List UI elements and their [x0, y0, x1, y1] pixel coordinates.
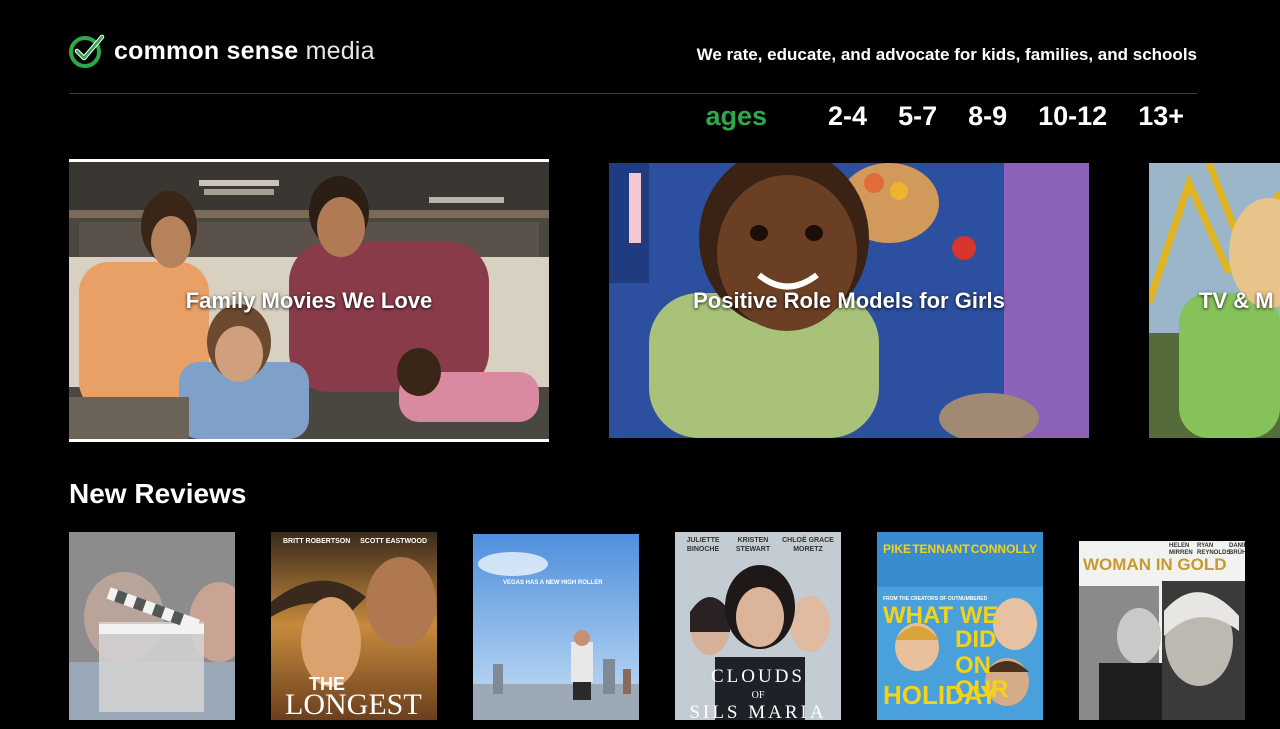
- poster-title: CLOUDS: [710, 666, 805, 687]
- carousel-card-role-models[interactable]: Positive Role Models for Girls: [609, 163, 1089, 438]
- poster-tagline: VEGAS HAS A NEW HIGH ROLLER: [503, 580, 603, 586]
- tagline: We rate, educate, and advocate for kids,…: [696, 45, 1197, 64]
- poster-credits: PIKE TENNANT CONNOLLY: [883, 542, 1037, 556]
- review-poster-woman-in-gold[interactable]: HELEN MIRREN RYAN REYNOLDS DANIEL BRÜHL …: [1079, 541, 1245, 729]
- review-poster-what-we-did-on-our-holiday[interactable]: PIKE TENNANT CONNOLLY FROM THE CREATORS …: [877, 532, 1043, 720]
- age-2-4[interactable]: 2-4: [828, 101, 867, 132]
- age-13-plus[interactable]: 13+: [1138, 101, 1184, 132]
- poster-credit: JULIETTE BINOCHE: [686, 537, 720, 553]
- review-poster-the-longest-ride[interactable]: BRITT ROBERTSON SCOTT EASTWOOD THE LONGE…: [271, 532, 437, 720]
- poster-credit: CONNOLLY: [970, 542, 1037, 556]
- poster-art: [473, 534, 639, 720]
- ages-label: ages: [705, 101, 768, 131]
- poster-credit: PIKE: [883, 542, 912, 556]
- poster-credit: SCOTT EASTWOOD: [360, 538, 427, 545]
- logo-text: common sense media: [114, 37, 375, 66]
- poster-title: HOLIDAY: [883, 680, 998, 710]
- age-10-12[interactable]: 10-12: [1038, 101, 1107, 132]
- poster-title: WOMAN IN GOLD: [1083, 555, 1227, 574]
- logo-text-bold: common sense: [114, 36, 299, 65]
- carousel-card-title: TV & M: [1199, 287, 1274, 313]
- age-8-9[interactable]: 8-9: [968, 101, 1007, 132]
- poster-credits: JULIETTE BINOCHE KRISTEN STEWART CHLOË G…: [681, 536, 835, 554]
- poster-credit: DANIEL BRÜHL: [1229, 543, 1245, 556]
- clapperboard-placeholder-icon: [69, 532, 235, 720]
- logo-text-light: media: [305, 36, 375, 65]
- poster-title-of: OF: [751, 690, 765, 701]
- carousel-card-title: Positive Role Models for Girls: [693, 287, 1005, 313]
- poster-title: WHAT WE: [883, 602, 999, 629]
- age-filter: ages 2-4 5-7 8-9 10-12 13+: [705, 101, 1184, 132]
- poster-title: LONGEST: [285, 688, 422, 720]
- review-poster-paul-blart[interactable]: VEGAS HAS A NEW HIGH ROLLER: [473, 534, 639, 722]
- poster-title: DID: [955, 626, 997, 653]
- age-5-7[interactable]: 5-7: [898, 101, 937, 132]
- poster-credit: KRISTEN STEWART: [735, 537, 771, 553]
- poster-credit: BRITT ROBERTSON: [283, 538, 351, 545]
- checkmark-logo-icon: [69, 34, 105, 68]
- poster-title: SILS MARIA: [689, 702, 827, 720]
- header-divider: [69, 93, 1197, 94]
- carousel-card-title: Family Movies We Love: [185, 287, 433, 313]
- review-poster-placeholder[interactable]: [69, 532, 235, 720]
- poster-credit: CHLOË GRACE MORETZ: [782, 537, 834, 553]
- carousel-card-tv[interactable]: TV & M: [1149, 163, 1280, 438]
- new-reviews-heading: New Reviews: [69, 478, 247, 509]
- carousel-card-family-movies[interactable]: Family Movies We Love: [69, 159, 549, 442]
- logo[interactable]: common sense media: [68, 33, 375, 69]
- poster-credit: TENNANT: [912, 542, 970, 556]
- review-poster-clouds-of-sils-maria[interactable]: JULIETTE BINOCHE KRISTEN STEWART CHLOË G…: [675, 532, 841, 720]
